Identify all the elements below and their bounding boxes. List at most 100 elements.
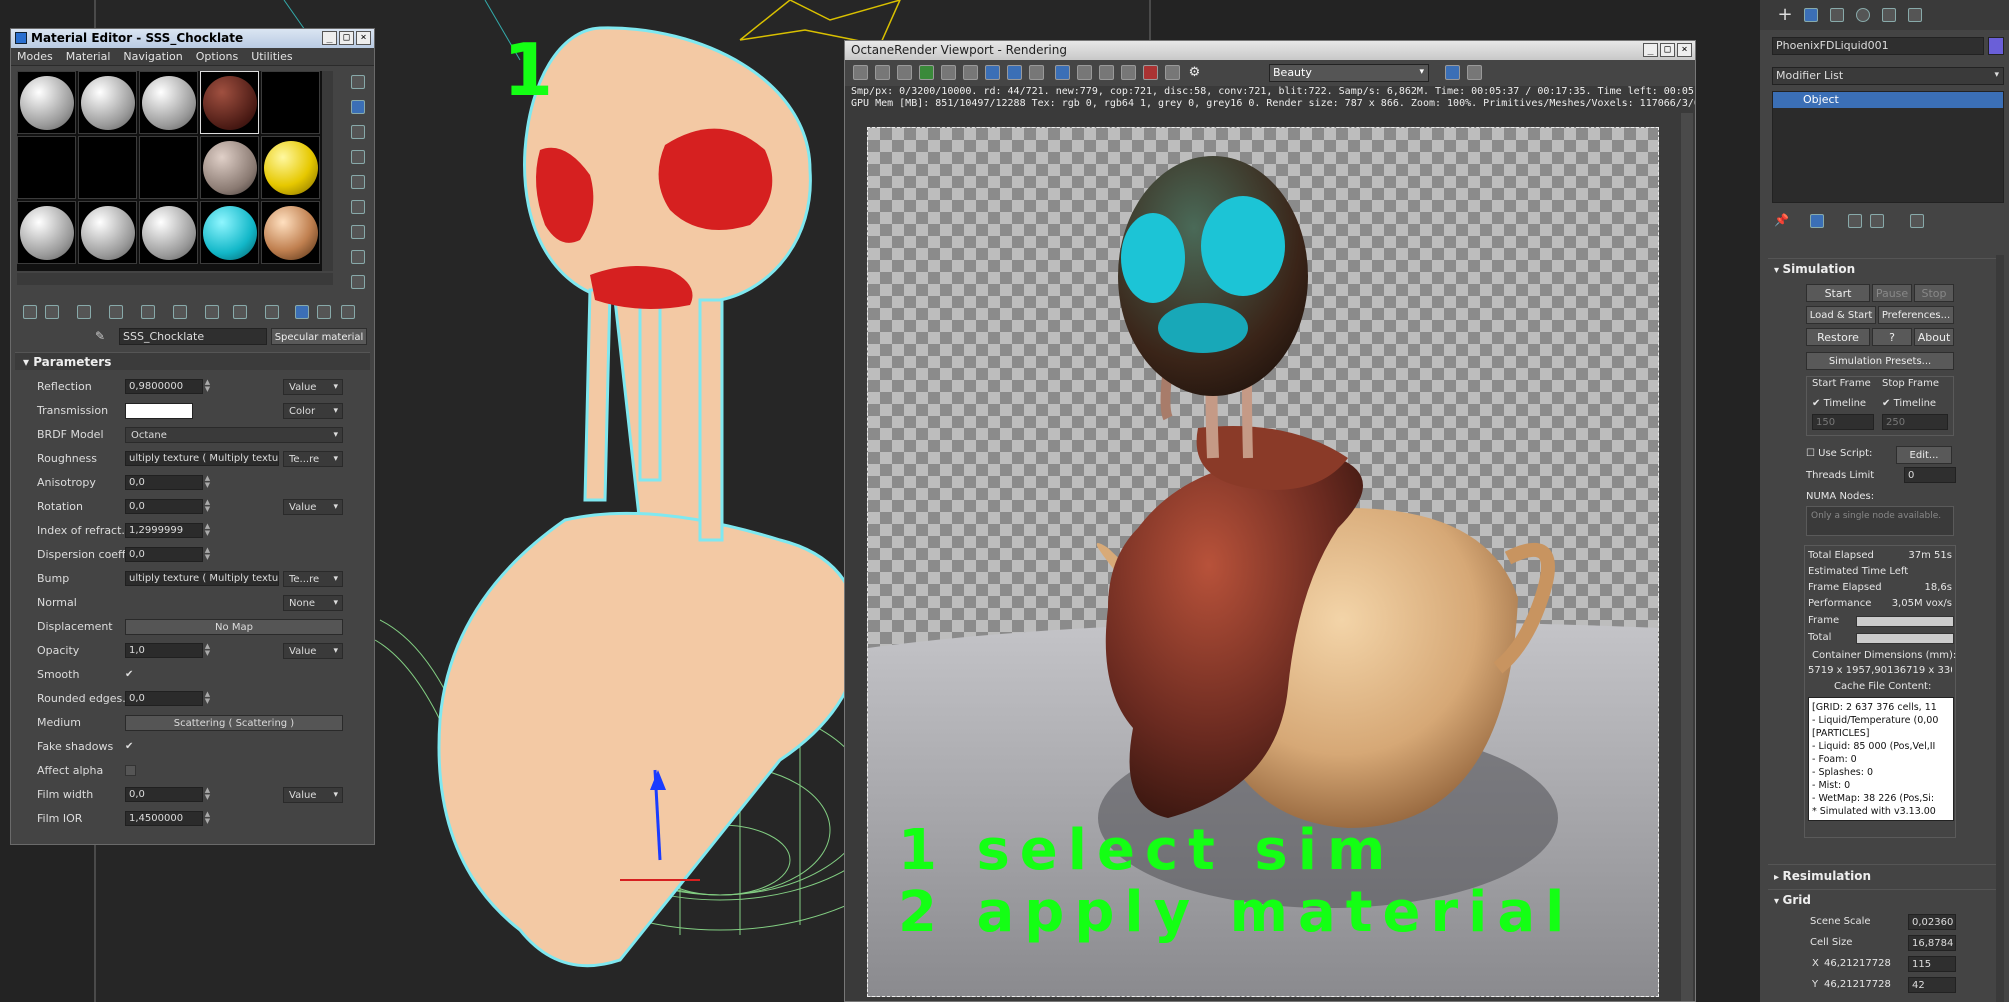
- render-pass-select[interactable]: Beauty ▾: [1269, 64, 1429, 82]
- reflection-field[interactable]: 0,9800000: [125, 379, 203, 394]
- dispersion-field[interactable]: 0,0: [125, 547, 203, 562]
- octane-titlebar[interactable]: OctaneRender Viewport - Rendering _ □ ×: [845, 41, 1695, 60]
- fit-icon[interactable]: [1467, 65, 1482, 80]
- restart-icon[interactable]: [919, 65, 934, 80]
- material-slot[interactable]: [200, 201, 259, 264]
- start-timeline-checkbox[interactable]: ✔ Timeline: [1812, 398, 1866, 409]
- reflection-mode[interactable]: Value: [283, 379, 343, 395]
- use-script-checkbox[interactable]: ☐ Use Script:: [1806, 448, 1872, 459]
- material-editor-titlebar[interactable]: Material Editor - SSS_Chocklate _ □ ×: [11, 29, 374, 48]
- menu-navigation[interactable]: Navigation: [123, 48, 182, 65]
- modify-tab-icon[interactable]: [1804, 8, 1818, 22]
- roughness-texture-field[interactable]: ultiply texture ( Multiply texture: [125, 451, 279, 466]
- color-picker-icon[interactable]: [1055, 65, 1070, 80]
- close-button[interactable]: ×: [356, 31, 371, 45]
- film-ior-field[interactable]: 1,4500000: [125, 811, 203, 826]
- pause-icon[interactable]: [985, 65, 1000, 80]
- rotation-mode[interactable]: Value: [283, 499, 343, 515]
- grid-rollout-header[interactable]: Grid: [1774, 893, 1811, 907]
- zoom-icon[interactable]: [897, 65, 912, 80]
- film-width-mode[interactable]: Value: [283, 787, 343, 803]
- remove-modifier-icon[interactable]: [1870, 214, 1884, 228]
- numa-nodes-box[interactable]: Only a single node available.: [1806, 506, 1954, 536]
- command-panel-scrollbar[interactable]: [1996, 255, 2004, 1002]
- utilities-tab-icon[interactable]: [1908, 8, 1922, 22]
- displacement-map-button[interactable]: No Map: [125, 619, 343, 635]
- start-frame-field[interactable]: 150: [1812, 414, 1874, 430]
- spinner[interactable]: ▲ ▼: [203, 811, 212, 826]
- object-picker-icon[interactable]: [1121, 65, 1136, 80]
- y-cells-field[interactable]: 42: [1908, 977, 1956, 993]
- x-cells-field[interactable]: 115: [1908, 956, 1956, 972]
- material-slot[interactable]: [261, 71, 320, 134]
- video-color-icon[interactable]: [351, 175, 365, 189]
- hierarchy-tab-icon[interactable]: [1830, 8, 1844, 22]
- menu-modes[interactable]: Modes: [17, 48, 53, 65]
- parameters-rollout-header[interactable]: ▾ Parameters: [15, 352, 370, 370]
- preferences-button[interactable]: Preferences...: [1878, 306, 1954, 324]
- anisotropy-field[interactable]: 0,0: [125, 475, 203, 490]
- reset-material-icon[interactable]: [109, 305, 123, 319]
- material-slot[interactable]: [17, 201, 76, 264]
- object-color-swatch[interactable]: [1988, 37, 2004, 55]
- pause-button[interactable]: Pause: [1872, 284, 1912, 302]
- stop-button[interactable]: Stop: [1914, 284, 1954, 302]
- get-material-icon[interactable]: [23, 305, 37, 319]
- octane-scrollbar[interactable]: [1681, 113, 1693, 1001]
- display-tab-icon[interactable]: [1882, 8, 1896, 22]
- material-picker-icon[interactable]: [1099, 65, 1114, 80]
- motion-tab-icon[interactable]: [1856, 8, 1870, 22]
- restore-button[interactable]: Restore: [1806, 328, 1870, 346]
- menu-material[interactable]: Material: [66, 48, 111, 65]
- slot-grid-hscrollbar[interactable]: [17, 273, 333, 285]
- material-slot[interactable]: [200, 136, 259, 199]
- eyedropper-icon[interactable]: ✎: [95, 329, 109, 343]
- brdf-model-select[interactable]: Octane: [125, 427, 343, 443]
- save-image-icon[interactable]: [853, 65, 868, 80]
- make-unique-icon[interactable]: [141, 305, 155, 319]
- medium-button[interactable]: Scattering ( Scattering ): [125, 715, 343, 731]
- close-button[interactable]: ×: [1677, 43, 1692, 57]
- material-slot-selected[interactable]: [200, 71, 259, 134]
- spinner[interactable]: ▲ ▼: [203, 547, 212, 562]
- material-navigator-icon[interactable]: [351, 275, 365, 289]
- assign-to-selection-icon[interactable]: [77, 305, 91, 319]
- spinner[interactable]: ▲ ▼: [203, 379, 212, 394]
- configure-sets-icon[interactable]: [1910, 214, 1924, 228]
- pin-stack-icon[interactable]: 📌: [1774, 213, 1789, 229]
- cache-content-box[interactable]: [GRID: 2 637 376 cells, 11 - Liquid/Temp…: [1808, 697, 1954, 821]
- maximize-button[interactable]: □: [339, 31, 354, 45]
- settings-gear-icon[interactable]: ⚙: [1187, 65, 1202, 80]
- go-forward-icon[interactable]: [317, 305, 331, 319]
- material-slot[interactable]: [139, 201, 198, 264]
- scene-scale-field[interactable]: 0,02360: [1908, 914, 1956, 930]
- clay-mode-icon[interactable]: [875, 65, 890, 80]
- roughness-mode[interactable]: Te...re: [283, 451, 343, 467]
- menu-options[interactable]: Options: [196, 48, 238, 65]
- menu-utilities[interactable]: Utilities: [251, 48, 292, 65]
- spinner[interactable]: ▲ ▼: [203, 523, 212, 538]
- minimize-button[interactable]: _: [322, 31, 337, 45]
- transmission-color-swatch[interactable]: [125, 403, 193, 419]
- go-to-parent-icon[interactable]: [295, 305, 309, 319]
- spinner[interactable]: ▲ ▼: [203, 499, 212, 514]
- opacity-mode[interactable]: Value: [283, 643, 343, 659]
- rounded-edges-field[interactable]: 0,0: [125, 691, 203, 706]
- normal-mode[interactable]: None: [283, 595, 343, 611]
- slot-grid-scrollbar[interactable]: [322, 71, 333, 271]
- help-button[interactable]: ?: [1872, 328, 1912, 346]
- material-slot[interactable]: [261, 136, 320, 199]
- camera-target-icon[interactable]: [1143, 65, 1158, 80]
- film-width-field[interactable]: 0,0: [125, 787, 203, 802]
- edit-script-button[interactable]: Edit...: [1896, 446, 1952, 464]
- show-end-result-icon[interactable]: [265, 305, 279, 319]
- simulation-presets-button[interactable]: Simulation Presets...: [1806, 352, 1954, 370]
- stack-item-object[interactable]: Object: [1773, 92, 2003, 108]
- fake-shadows-checkbox[interactable]: ✔: [125, 741, 136, 752]
- pass-view-icon[interactable]: [1445, 65, 1460, 80]
- lock-icon[interactable]: [941, 65, 956, 80]
- material-slot[interactable]: [139, 71, 198, 134]
- spinner[interactable]: ▲ ▼: [203, 691, 212, 706]
- material-slot[interactable]: [17, 71, 76, 134]
- threads-limit-field[interactable]: 0: [1904, 467, 1956, 483]
